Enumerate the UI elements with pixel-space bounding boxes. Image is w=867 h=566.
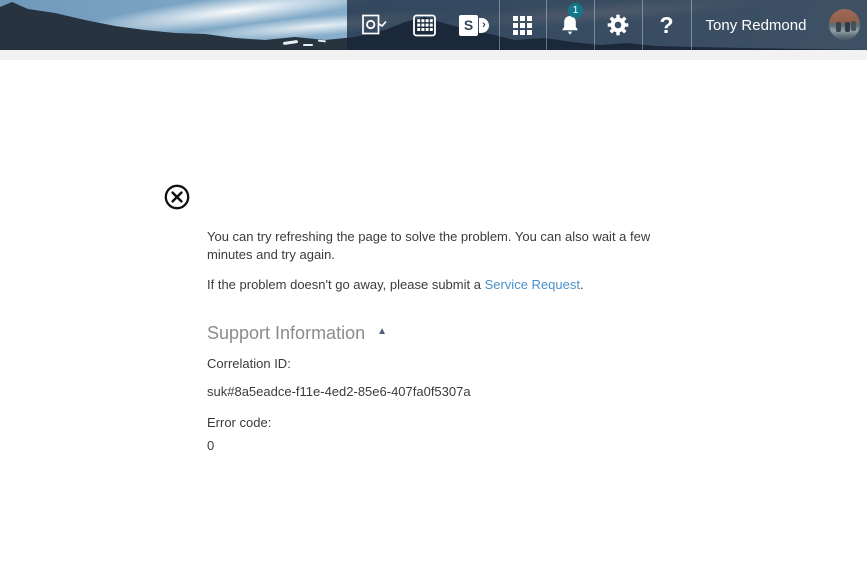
sharepoint-button[interactable]: S › (450, 0, 498, 50)
user-avatar[interactable] (829, 9, 860, 40)
calendar-button[interactable] (400, 0, 448, 50)
error-followup: If the problem doesn't go away, please s… (207, 277, 584, 292)
sharepoint-arrow: › (479, 17, 489, 33)
snow-patch (303, 44, 313, 46)
user-name[interactable]: Tony Redmond (691, 0, 821, 50)
app-launcher-button[interactable] (499, 0, 546, 50)
error-message: You can try refreshing the page to solve… (207, 229, 651, 262)
help-icon: ? (659, 11, 674, 38)
outlook-mail-button[interactable] (350, 0, 398, 50)
notification-badge[interactable]: 1 (568, 3, 583, 18)
error-followup-prefix: If the problem doesn't go away, please s… (207, 277, 485, 292)
support-information-toggle[interactable]: Support Information ▲ (207, 323, 387, 344)
support-information-heading: Support Information (207, 323, 366, 343)
gear-icon (607, 14, 629, 36)
error-code-label: Error code: (207, 415, 272, 430)
sharepoint-letter: S (459, 14, 478, 36)
error-page: S › 1 ? Tony Redmond You can try refresh… (0, 0, 867, 566)
service-request-link[interactable]: Service Request (485, 277, 580, 292)
help-button[interactable]: ? (642, 0, 691, 50)
subheader-strip (0, 50, 867, 60)
outlook-icon (362, 14, 387, 35)
error-code-value: 0 (207, 438, 215, 453)
settings-button[interactable] (594, 0, 642, 50)
app-launcher-icon (513, 15, 532, 35)
error-icon (164, 184, 190, 210)
suite-bar: S › 1 ? Tony Redmond (0, 0, 867, 50)
correlation-id-label: Correlation ID: (207, 356, 291, 371)
error-followup-suffix: . (579, 277, 584, 292)
sharepoint-icon: S › (459, 14, 489, 36)
collapse-arrow-icon: ▲ (377, 326, 387, 337)
correlation-id-value: suk#8a5eadce-f11e-4ed2-85e6-407fa0f5307a (207, 384, 471, 399)
calendar-icon (412, 14, 436, 36)
